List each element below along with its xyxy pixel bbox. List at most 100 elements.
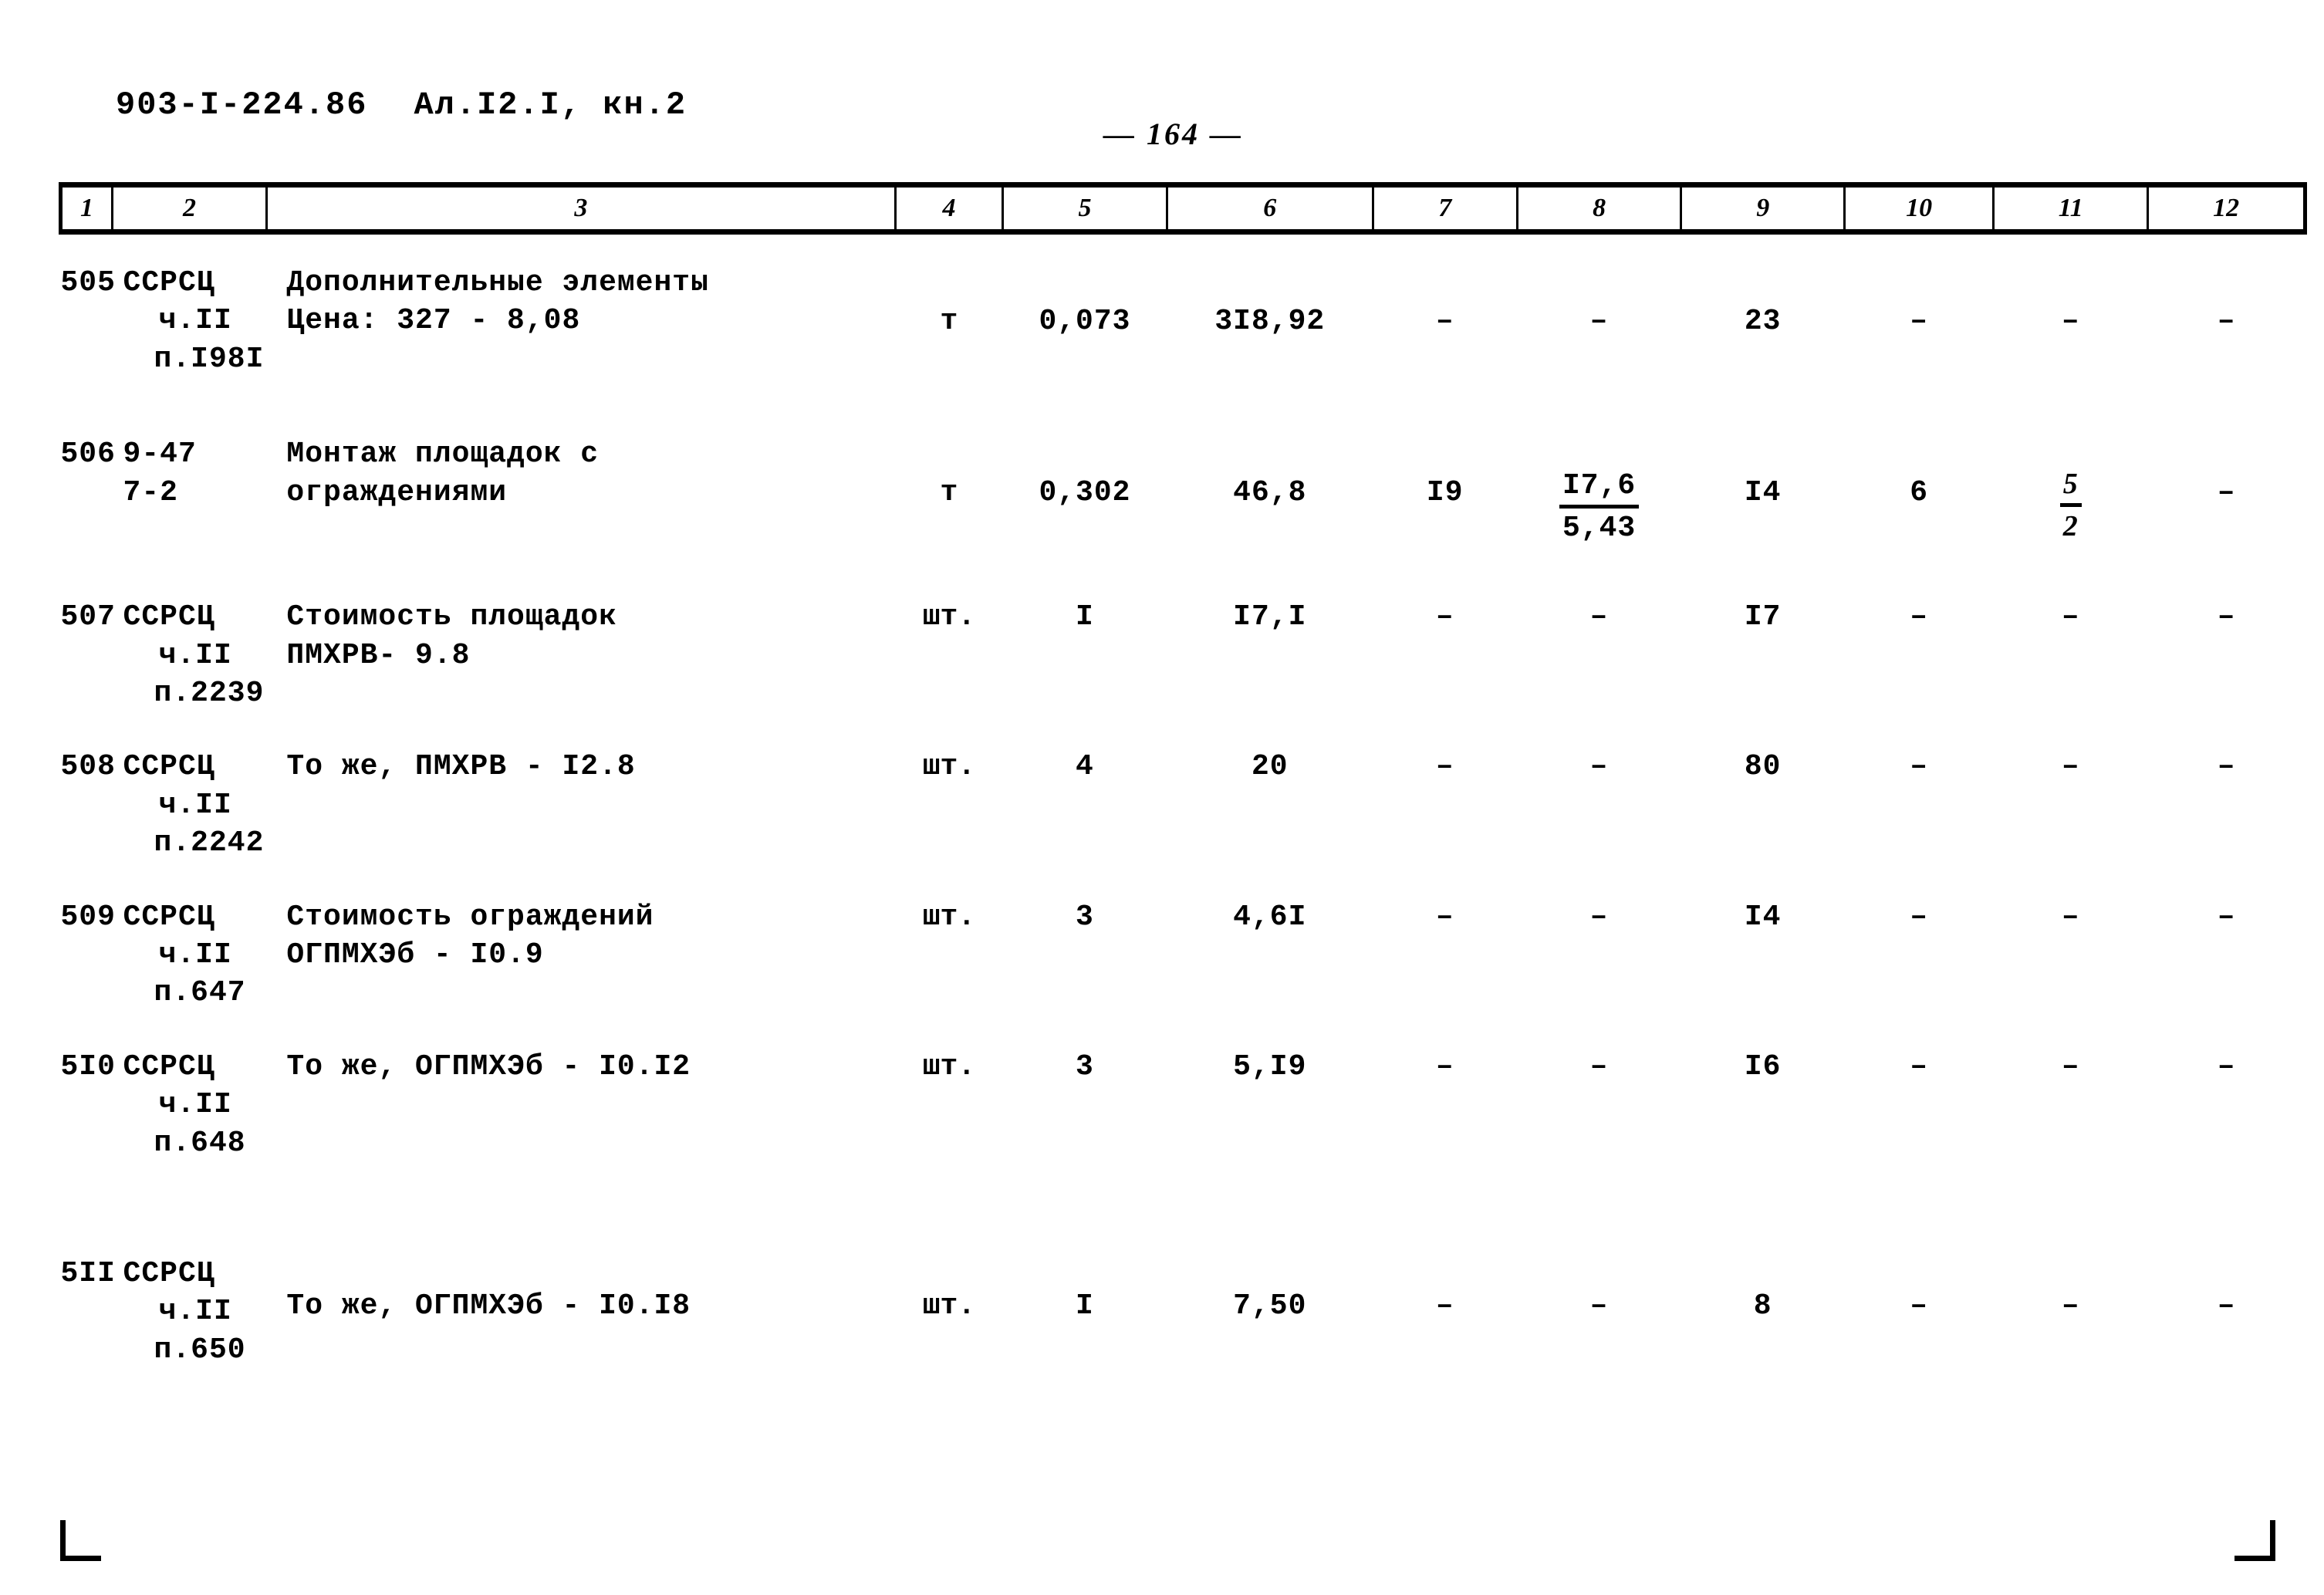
description-line: Стоимость ограждений [286, 900, 654, 934]
row-value-6: I7,I [1233, 600, 1307, 634]
code-line: ч.II [158, 638, 232, 672]
column-header-row: 1 2 3 4 5 6 7 8 9 10 11 12 [58, 182, 2307, 235]
spacer-cell [61, 1012, 2305, 1045]
row-number: 505 [60, 266, 116, 299]
row-number: 507 [60, 600, 116, 634]
row-value-10: – [1910, 305, 1929, 338]
row-value-5: 4 [1076, 750, 1094, 784]
code-line: ССРСЦ [123, 266, 215, 299]
table-row: 508 ССРСЦ ч.II п.2242 То же, ПМХРВ - I2.… [61, 745, 2305, 862]
row-code: ССРСЦ ч.II п.648 [113, 1045, 267, 1162]
fraction-denominator: 2 [2062, 509, 2079, 542]
document-code: 903-I-224.86 [116, 86, 368, 123]
row-number: 5II [60, 1256, 116, 1290]
row-value-8: – [1589, 305, 1609, 338]
row-value-7: – [1435, 1049, 1454, 1083]
code-line: ССРСЦ [123, 1256, 215, 1290]
description-line: Монтаж площадок с [286, 438, 600, 471]
row-value-5: 0,073 [1039, 305, 1131, 338]
spacer-row [61, 863, 2305, 895]
code-line: п.650 [154, 1333, 246, 1367]
row-value-6: 5,I9 [1233, 1049, 1307, 1083]
row-value-11: – [2061, 900, 2080, 934]
row-value-5: 3 [1076, 900, 1094, 934]
row-value-11: – [2061, 305, 2080, 338]
row-unit: шт. [922, 600, 976, 634]
description-line: ограждениями [286, 475, 508, 509]
estimate-table-body: 505 ССРСЦ ч.II п.I98I Дополнительные эле… [61, 232, 2305, 1370]
row-description: Монтаж площадок с ограждениями [266, 432, 895, 547]
row-description: То же, ОГПМХЭб - I0.I2 [266, 1045, 895, 1162]
row-value-10: – [1910, 750, 1929, 784]
column-header-1: 1 [58, 182, 114, 235]
spacer-cell [61, 712, 2305, 745]
row-code: ССРСЦ ч.II п.647 [113, 895, 267, 1012]
row-unit: т [940, 476, 958, 510]
fraction-denominator: 5,43 [1562, 511, 1637, 545]
description-line: Дополнительные элементы [286, 266, 709, 299]
row-value-11-fraction: 52 [1994, 432, 2148, 547]
row-value-8: – [1589, 600, 1609, 634]
description-line: То же, ОГПМХЭб - I0.I8 [286, 1289, 691, 1323]
row-value-7: – [1435, 750, 1454, 784]
code-line: 9-47 [123, 438, 197, 471]
row-value-12: – [2217, 750, 2236, 784]
description-line: ОГПМХЭб - I0.9 [286, 938, 544, 972]
row-value-11: – [2061, 750, 2080, 784]
table-row: 5I0 ССРСЦ ч.II п.648 То же, ОГПМХЭб - I0… [61, 1045, 2305, 1162]
spacer-row [61, 232, 2305, 262]
row-code: 9-47 7-2 [113, 432, 267, 547]
row-code: ССРСЦ ч.II п.I98I [113, 261, 267, 378]
code-line: ч.II [158, 938, 232, 972]
row-value-10: – [1910, 900, 1929, 934]
spacer-row [61, 378, 2305, 432]
table-row: 505 ССРСЦ ч.II п.I98I Дополнительные эле… [61, 261, 2305, 378]
row-number: 509 [60, 900, 116, 934]
row-value-7: I9 [1426, 476, 1464, 510]
table-row: 507 ССРСЦ ч.II п.2239 Стоимость площадок… [61, 595, 2305, 712]
row-value-5: 3 [1076, 1049, 1094, 1083]
row-value-10: – [1910, 1049, 1929, 1083]
spacer-cell [61, 378, 2305, 432]
column-header-10: 10 [1843, 182, 1995, 235]
row-value-9: I4 [1744, 476, 1782, 510]
row-description: То же, ПМХРВ - I2.8 [266, 745, 895, 862]
code-line: ССРСЦ [123, 750, 215, 784]
table-row: 5II ССРСЦ ч.II п.650 То же, ОГПМХЭб - I0… [61, 1252, 2305, 1369]
row-value-6: 3I8,92 [1214, 305, 1326, 338]
row-unit: шт. [922, 1289, 976, 1323]
fraction-numerator: 5 [2059, 468, 2082, 507]
column-header-9: 9 [1680, 182, 1846, 235]
code-line: п.647 [154, 976, 246, 1010]
row-value-6: 20 [1251, 750, 1289, 784]
row-value-10: – [1910, 1289, 1929, 1323]
column-header-11: 11 [1992, 182, 2150, 235]
row-value-9: 80 [1744, 750, 1782, 784]
document-header: 903-I-224.86 Ал.I2.I, кн.2 [116, 86, 687, 123]
row-number: 508 [60, 750, 116, 784]
row-value-5: I [1076, 1289, 1094, 1323]
row-value-10: 6 [1910, 476, 1929, 510]
column-header-7: 7 [1371, 182, 1518, 235]
spacer-row [61, 1012, 2305, 1045]
row-value-12: – [2217, 600, 2236, 634]
spacer-cell [61, 547, 2305, 595]
fraction-numerator: I7,6 [1559, 469, 1640, 509]
row-value-7: – [1435, 600, 1454, 634]
row-value-8: – [1589, 750, 1609, 784]
code-line: ч.II [158, 1295, 232, 1329]
spacer-cell [61, 1162, 2305, 1252]
row-code: ССРСЦ ч.II п.2242 [113, 745, 267, 862]
code-line: ССРСЦ [123, 900, 215, 934]
code-line: п.2239 [154, 677, 265, 711]
crop-mark-bottom-left [60, 1520, 101, 1561]
table-row: 509 ССРСЦ ч.II п.647 Стоимость ограждени… [61, 895, 2305, 1012]
spacer-cell [61, 863, 2305, 895]
page-number: — 164 — [1103, 117, 1243, 151]
row-value-6: 46,8 [1233, 476, 1307, 510]
row-code: ССРСЦ ч.II п.2239 [113, 595, 267, 712]
crop-mark-bottom-right [2234, 1520, 2275, 1561]
spacer-row [61, 1162, 2305, 1252]
code-line: ч.II [158, 304, 232, 338]
fraction: I7,6 5,43 [1559, 469, 1640, 545]
